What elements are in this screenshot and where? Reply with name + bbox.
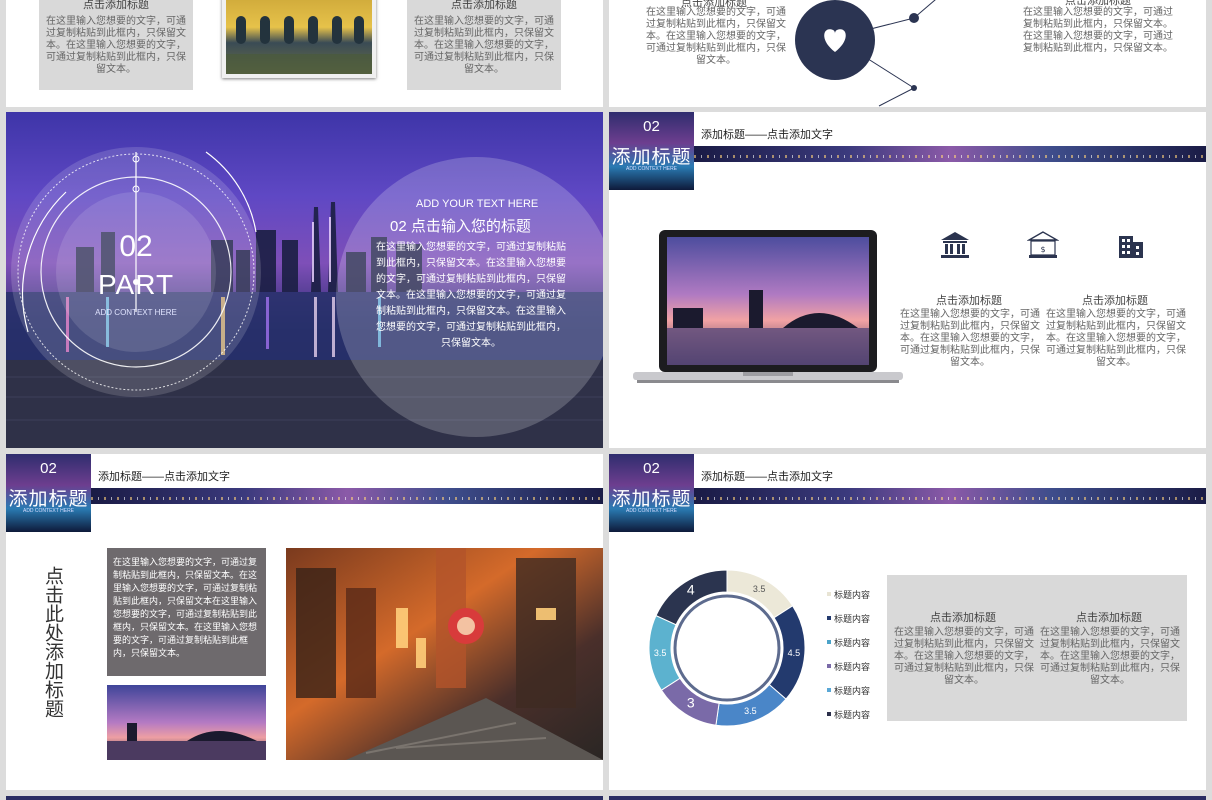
slide-thumbnail-3[interactable]: 02 PART ADD CONTEXT HERE ADD YOUR TEXT H… xyxy=(6,112,603,448)
header-subtitle: ADD CONTEXT HERE xyxy=(22,508,75,514)
en-heading: ADD YOUR TEXT HERE xyxy=(416,198,539,210)
info-right-text: 在这里输入您想要的文字，可通过复制粘贴到此框内，只保留文本。在这里输入您想要的文… xyxy=(1040,627,1180,686)
part-subtitle: ADD CONTEXT HERE xyxy=(95,308,177,317)
legend-item: 标题内容 xyxy=(827,678,870,702)
header-number: 02 xyxy=(643,118,660,135)
donut-slice-label: 3 xyxy=(687,694,695,710)
chart-legend: 标题内容 标题内容 标题内容 标题内容 标题内容 标题内容 xyxy=(827,582,870,726)
text-box-left: 点击添加标题 在这里输入您想要的文字，可通过复制粘贴到此框内，只保留文本。在这里… xyxy=(39,0,193,90)
legend-label: 标题内容 xyxy=(834,685,871,696)
legend-label: 标题内容 xyxy=(834,637,871,648)
donut-inner-ring xyxy=(673,594,781,702)
slide-thumbnail-5[interactable]: 02 添加标题 ADD CONTEXT HERE 添加标题——点击添加文字 点击… xyxy=(6,454,603,790)
info-left-title: 点击添加标题 xyxy=(930,612,996,624)
left-text: 在这里输入您想要的文字，可通过复制粘贴到此框内，只保留文本。在这里输入您想要的文… xyxy=(900,309,1040,368)
slide-thumbnail-2[interactable]: 点击添加标题 在这里输入您想要的文字，可通过复制粘贴到此框内，只保留文本。在这里… xyxy=(609,0,1206,107)
left-text: 在这里输入您想要的文字，可通过复制粘贴到此框内，只保留文本。在这里输入您想要的文… xyxy=(646,7,786,66)
right-title: 点击添加标题 xyxy=(1082,295,1148,307)
box-text-right: 在这里输入您想要的文字，可通过复制粘贴到此框内，只保留文本。在这里输入您想要的文… xyxy=(414,16,554,75)
vertical-title: 点击此处添加标题 xyxy=(42,566,63,718)
info-left-text: 在这里输入您想要的文字，可通过复制粘贴到此框内，只保留文本。在这里输入您想要的文… xyxy=(894,627,1034,686)
header-city-strip xyxy=(694,146,1206,162)
header-title: 添加标题——点击添加文字 xyxy=(701,129,833,141)
legend-label: 标题内容 xyxy=(834,709,871,720)
section-body: 在这里输入您想要的文字，可通过复制粘贴到此框内，只保留文本。在这里输入您想要的文… xyxy=(376,242,566,349)
legend-swatch xyxy=(827,640,831,644)
header-title: 添加标题——点击添加文字 xyxy=(98,471,230,483)
legend-label: 标题内容 xyxy=(834,613,871,624)
header-title-big: 添加标题 xyxy=(611,147,692,168)
section-heading: 02 点击输入您的标题 xyxy=(390,218,531,235)
night-lake-photo xyxy=(107,685,266,760)
header-thumbnail: 02 添加标题 ADD CONTEXT HERE xyxy=(6,454,91,532)
box-title-left: 点击添加标题 xyxy=(83,0,149,11)
legend-item: 标题内容 xyxy=(827,630,870,654)
header-thumbnail: 02 添加标题 ADD CONTEXT HERE xyxy=(609,454,694,532)
legend-swatch xyxy=(827,592,831,596)
legend-item: 标题内容 xyxy=(827,654,870,678)
donut-slice-label: 3.5 xyxy=(744,706,757,716)
info-right-title: 点击添加标题 xyxy=(1076,612,1142,624)
legend-swatch xyxy=(827,688,831,692)
heart-network-graphic xyxy=(795,0,936,107)
box-text: 在这里输入您想要的文字，可通过复制粘贴到此框内，只保留文本。在这里输入您想要的文… xyxy=(113,557,258,658)
part-number: 02 xyxy=(119,230,153,263)
slide-thumbnail-6[interactable]: 02 添加标题 ADD CONTEXT HERE 添加标题——点击添加文字 3.… xyxy=(609,454,1206,790)
slide-thumbnail-1[interactable]: 点击添加标题 在这里输入您想要的文字，可通过复制粘贴到此框内，只保留文本。在这里… xyxy=(6,0,603,107)
slide-thumbnail-7[interactable] xyxy=(6,796,603,800)
bank-outline-icon: $ xyxy=(1026,230,1060,265)
svg-text:$: $ xyxy=(1040,245,1045,254)
legend-item: 标题内容 xyxy=(827,702,870,726)
legend-label: 标题内容 xyxy=(834,661,871,672)
laptop-image xyxy=(633,230,903,383)
info-box: 点击添加标题 在这里输入您想要的文字，可通过复制粘贴到此框内，只保留文本。在这里… xyxy=(887,575,1187,721)
legend-swatch xyxy=(827,664,831,668)
painted-street-photo xyxy=(286,548,603,760)
header-city-strip xyxy=(694,488,1206,504)
donut-slice-label: 3.5 xyxy=(654,648,667,658)
header-number: 02 xyxy=(643,460,660,477)
box-text-left: 在这里输入您想要的文字，可通过复制粘贴到此框内，只保留文本。在这里输入您想要的文… xyxy=(46,16,186,75)
building-photo-art xyxy=(226,16,372,74)
header-title-big: 添加标题 xyxy=(611,489,692,510)
box-title-right: 点击添加标题 xyxy=(451,0,517,11)
text-box: 在这里输入您想要的文字，可通过复制粘贴到此框内，只保留文本。在这里输入您想要的文… xyxy=(107,548,266,676)
part-label: PART xyxy=(97,269,175,300)
header-title-big: 添加标题 xyxy=(8,489,89,510)
slide-thumbnail-4[interactable]: 02 添加标题 ADD CONTEXT HERE 添加标题——点击添加文字 $ … xyxy=(609,112,1206,448)
right-text: 在这里输入您想要的文字，可通过复制粘贴到此框内，只保留文本。在这里输入您想要的文… xyxy=(1023,7,1173,54)
donut-slice-label: 4.5 xyxy=(788,648,801,658)
header-title: 添加标题——点击添加文字 xyxy=(701,471,833,483)
building-photo xyxy=(222,0,376,78)
header-thumbnail: 02 添加标题 ADD CONTEXT HERE xyxy=(609,112,694,190)
header-subtitle: ADD CONTEXT HERE xyxy=(625,166,678,172)
header-subtitle: ADD CONTEXT HERE xyxy=(625,508,678,514)
donut-slice-label: 4 xyxy=(687,582,695,598)
bank-icon xyxy=(939,230,971,265)
right-text: 在这里输入您想要的文字，可通过复制粘贴到此框内，只保留文本。在这里输入您想要的文… xyxy=(1046,309,1186,368)
legend-item: 标题内容 xyxy=(827,606,870,630)
legend-swatch xyxy=(827,616,831,620)
office-building-icon xyxy=(1115,230,1147,265)
legend-item: 标题内容 xyxy=(827,582,870,606)
header-number: 02 xyxy=(40,460,57,477)
slide-thumbnail-8[interactable] xyxy=(609,796,1206,800)
donut-chart: 3.5 4.5 3.5 3 3.5 4 xyxy=(648,569,806,727)
text-box-right: 点击添加标题 在这里输入您想要的文字，可通过复制粘贴到此框内，只保留文本。在这里… xyxy=(407,0,561,90)
donut-slice-label: 3.5 xyxy=(753,584,766,594)
left-title: 点击添加标题 xyxy=(936,295,1002,307)
legend-label: 标题内容 xyxy=(834,589,871,600)
header-city-strip xyxy=(91,488,603,504)
legend-swatch xyxy=(827,712,831,716)
